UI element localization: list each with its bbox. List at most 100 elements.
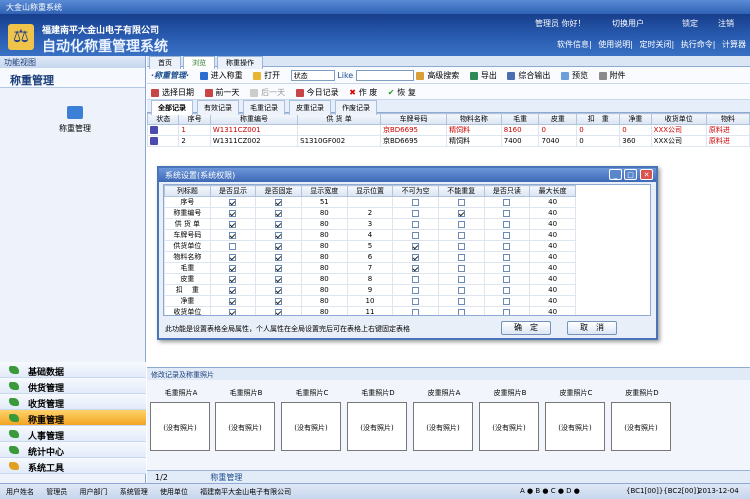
settings-row[interactable]: 皮重 80 8 40 bbox=[164, 273, 576, 285]
search-input[interactable] bbox=[355, 70, 414, 81]
checkbox[interactable] bbox=[457, 308, 465, 315]
photo-slot[interactable]: 皮重照片D (没有照片) bbox=[611, 388, 673, 451]
checkbox[interactable] bbox=[412, 209, 420, 217]
settings-row[interactable]: 供 货 单 80 3 40 bbox=[164, 218, 576, 230]
checkbox[interactable] bbox=[503, 231, 511, 239]
preview-button[interactable]: 预览 bbox=[560, 70, 588, 81]
ok-button[interactable]: 确 定 bbox=[501, 321, 551, 335]
nav-stats[interactable]: 统计中心 bbox=[0, 442, 146, 458]
menu-calculator[interactable]: 计算器 bbox=[722, 40, 746, 49]
settings-row[interactable]: 序号 51 40 bbox=[164, 196, 576, 208]
checkbox[interactable] bbox=[229, 275, 237, 283]
switch-user-button[interactable]: 切换用户 bbox=[612, 18, 644, 29]
checkbox[interactable] bbox=[412, 242, 420, 250]
checkbox[interactable] bbox=[457, 220, 465, 228]
checkbox[interactable] bbox=[457, 198, 465, 206]
checkbox[interactable] bbox=[275, 297, 283, 305]
checkbox[interactable] bbox=[275, 308, 283, 315]
restore-button[interactable]: ✔ 恢 复 bbox=[388, 87, 416, 98]
checkbox[interactable] bbox=[503, 286, 511, 294]
settings-row[interactable]: 物料名称 80 6 40 bbox=[164, 251, 576, 263]
minimize-icon[interactable]: _ bbox=[609, 169, 622, 180]
checkbox[interactable] bbox=[503, 209, 511, 217]
checkbox[interactable] bbox=[412, 264, 420, 272]
checkbox[interactable] bbox=[229, 297, 237, 305]
checkbox[interactable] bbox=[457, 275, 465, 283]
open-button[interactable]: 打开 bbox=[253, 70, 280, 81]
table-row[interactable]: 1 W1311CZ001 京BD6695 精饲料 8160 0 0 0 XXX公司 原料进 bbox=[146, 124, 750, 136]
checkbox[interactable] bbox=[275, 198, 283, 206]
nav-weighing[interactable]: 称重管理 bbox=[0, 410, 146, 426]
checkbox[interactable] bbox=[503, 242, 511, 250]
col-material2[interactable]: 物料 bbox=[705, 113, 750, 125]
nav-hr[interactable]: 人事管理 bbox=[0, 426, 146, 442]
tab-void-records[interactable]: 作废记录 bbox=[335, 100, 377, 115]
table-row[interactable]: 2 W1311CZ002 S1310GF002 京BD6695 精饲料 7400 7040 0… bbox=[146, 135, 750, 147]
next-day-button[interactable]: 后一天 bbox=[250, 87, 285, 98]
menu-timed-close[interactable]: 定时关闭 bbox=[640, 40, 672, 49]
print-button[interactable]: 综合输出 bbox=[507, 70, 550, 81]
settings-row[interactable]: 净重 80 10 40 bbox=[164, 295, 576, 307]
nav-receive[interactable]: 收货管理 bbox=[0, 394, 146, 410]
void-button[interactable]: ✖ 作 废 bbox=[349, 87, 377, 98]
select-date-button[interactable]: 选择日期 bbox=[151, 87, 194, 98]
checkbox[interactable] bbox=[229, 242, 237, 250]
checkbox[interactable] bbox=[229, 220, 237, 228]
nav-basic-data[interactable]: 基础数据 bbox=[0, 362, 146, 378]
col-status[interactable]: 状态 bbox=[146, 113, 180, 125]
checkbox[interactable] bbox=[503, 264, 511, 272]
checkbox[interactable] bbox=[275, 275, 283, 283]
checkbox[interactable] bbox=[412, 286, 420, 294]
col-receiver[interactable]: 收货单位 bbox=[650, 113, 707, 125]
photo-slot[interactable]: 皮重照片C (没有照片) bbox=[545, 388, 607, 451]
col-code[interactable]: 称重编号 bbox=[209, 113, 299, 125]
col-deduct[interactable]: 扣 重 bbox=[576, 113, 621, 125]
checkbox[interactable] bbox=[229, 231, 237, 239]
enter-weighing-button[interactable]: 进入称重 bbox=[199, 70, 243, 81]
checkbox[interactable] bbox=[457, 297, 465, 305]
menu-help[interactable]: 使用说明 bbox=[598, 40, 630, 49]
tab-tare-records[interactable]: 皮重记录 bbox=[289, 100, 331, 115]
checkbox[interactable] bbox=[275, 253, 283, 261]
checkbox[interactable] bbox=[412, 297, 420, 305]
prev-day-button[interactable]: 前一天 bbox=[204, 87, 240, 98]
settings-row[interactable]: 毛重 80 7 40 bbox=[164, 262, 576, 274]
tab-valid-records[interactable]: 有效记录 bbox=[197, 100, 239, 115]
close-icon[interactable]: ✕ bbox=[640, 169, 653, 180]
settings-row[interactable]: 车牌号码 80 4 40 bbox=[164, 229, 576, 241]
checkbox[interactable] bbox=[412, 220, 420, 228]
col-plate[interactable]: 车牌号码 bbox=[379, 113, 448, 125]
checkbox[interactable] bbox=[457, 231, 465, 239]
export-button[interactable]: 导出 bbox=[469, 70, 497, 81]
photo-slot[interactable]: 毛重照片B (没有照片) bbox=[215, 388, 277, 451]
checkbox[interactable] bbox=[457, 253, 465, 261]
today-button[interactable]: 今日记录 bbox=[295, 87, 339, 98]
logout-button[interactable]: 注销 bbox=[718, 18, 734, 29]
photo-slot[interactable]: 皮重照片A (没有照片) bbox=[413, 388, 475, 451]
checkbox[interactable] bbox=[229, 209, 237, 217]
col-no[interactable]: 序号 bbox=[178, 113, 211, 125]
checkbox[interactable] bbox=[275, 242, 283, 250]
settings-row[interactable]: 称重编号 80 2 40 bbox=[164, 207, 576, 219]
col-gross[interactable]: 毛重 bbox=[500, 113, 540, 125]
tab-gross-records[interactable]: 毛重记录 bbox=[243, 100, 285, 115]
checkbox[interactable] bbox=[457, 209, 465, 217]
checkbox[interactable] bbox=[503, 297, 511, 305]
tab-home[interactable]: 首页 bbox=[149, 56, 181, 69]
photo-slot[interactable]: 毛重照片C (没有照片) bbox=[281, 388, 343, 451]
checkbox[interactable] bbox=[229, 264, 237, 272]
maximize-icon[interactable]: □ bbox=[624, 169, 637, 180]
col-tare[interactable]: 皮重 bbox=[538, 113, 578, 125]
advanced-search-button[interactable]: 高级搜索 bbox=[416, 70, 459, 81]
attach-button[interactable]: 附件 bbox=[598, 70, 626, 81]
menu-run-command[interactable]: 执行命令 bbox=[681, 40, 713, 49]
checkbox[interactable] bbox=[412, 275, 420, 283]
checkbox[interactable] bbox=[503, 275, 511, 283]
cancel-button[interactable]: 取 消 bbox=[567, 321, 617, 335]
menu-software-info[interactable]: 软件信息 bbox=[557, 40, 589, 49]
module-weighing[interactable]: 称重管理 bbox=[50, 106, 100, 134]
photo-slot[interactable]: 毛重照片D (没有照片) bbox=[347, 388, 409, 451]
checkbox[interactable] bbox=[412, 198, 420, 206]
checkbox[interactable] bbox=[275, 209, 283, 217]
checkbox[interactable] bbox=[275, 220, 283, 228]
